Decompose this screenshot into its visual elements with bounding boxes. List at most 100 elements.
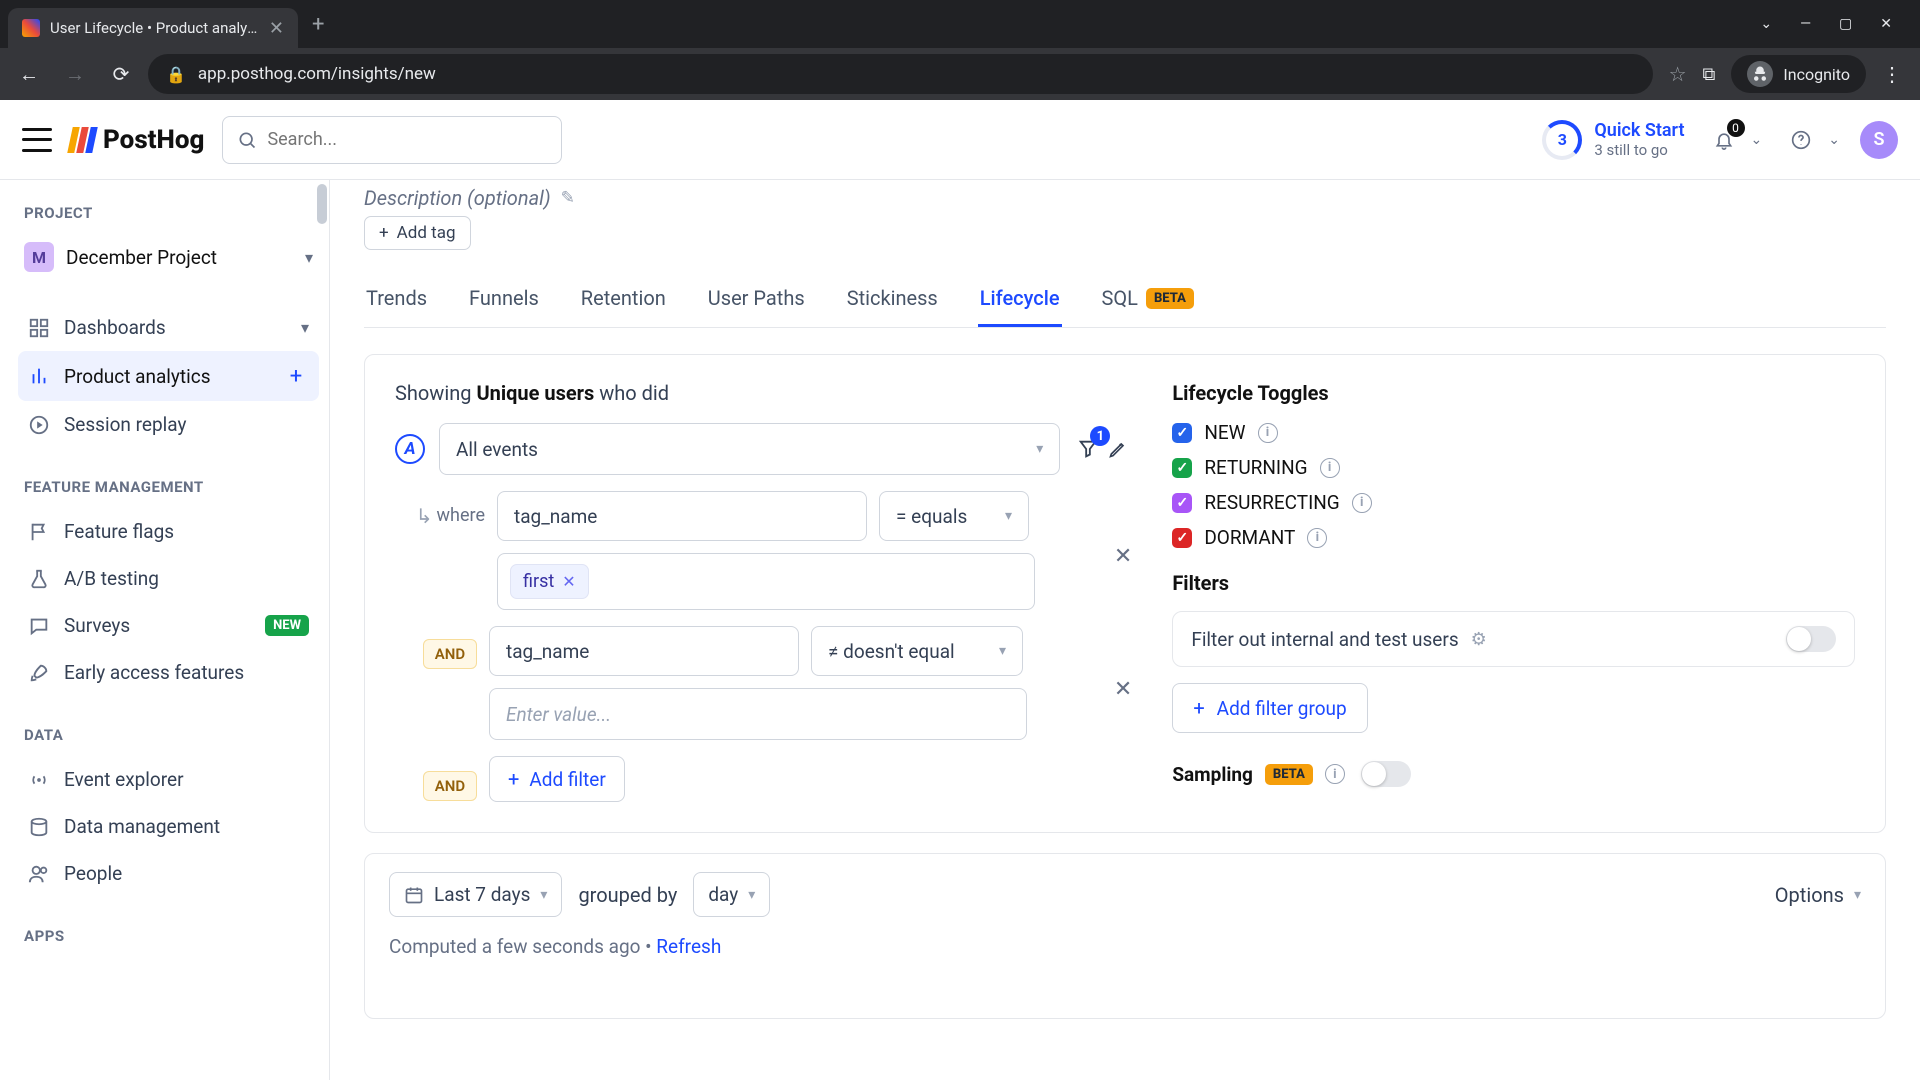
live-icon [28,769,50,791]
checkbox-checked-icon[interactable]: ✓ [1172,528,1192,548]
sidebar-item-label: Surveys [64,614,130,637]
toggle-new[interactable]: ✓ NEW i [1172,421,1855,444]
sidebar-item-ab-testing[interactable]: A/B testing [18,555,319,602]
lifecycle-toggles-heading: Lifecycle Toggles [1172,381,1855,405]
browser-tab[interactable]: User Lifecycle • Product analytics ✕ [8,8,298,48]
checkbox-checked-icon[interactable]: ✓ [1172,493,1192,513]
interval-selector[interactable]: day ▾ [693,872,770,917]
property-selector[interactable]: tag_name [497,491,867,541]
info-icon[interactable]: i [1325,764,1345,784]
info-icon[interactable]: i [1352,493,1372,513]
search-input[interactable] [267,129,547,150]
property-selector[interactable]: tag_name [489,626,799,676]
tab-sql[interactable]: SQL BETA [1100,272,1196,327]
sidebar-item-feature-flags[interactable]: Feature flags [18,508,319,555]
options-button[interactable]: Options ▾ [1775,883,1861,907]
value-input-container[interactable] [489,688,1027,740]
toggle-label: RESURRECTING [1204,491,1339,514]
toggle-dormant[interactable]: ✓ DORMANT i [1172,526,1855,549]
value-chip-container[interactable]: first ✕ [497,553,1035,610]
project-selector[interactable]: M December Project ▾ [18,234,319,280]
tab-close-icon[interactable]: ✕ [269,18,284,39]
help-caret-icon[interactable]: ⌄ [1828,132,1840,148]
tab-lifecycle[interactable]: Lifecycle [978,272,1062,327]
info-icon[interactable]: i [1307,528,1327,548]
window-minimize-icon[interactable]: ― [1800,16,1811,32]
filter-value-input[interactable] [506,703,1010,726]
operator-selector[interactable]: = equals ▾ [879,491,1029,541]
tab-funnels[interactable]: Funnels [467,272,541,327]
sidebar-item-data-management[interactable]: Data management [18,803,319,850]
sidebar: PROJECT M December Project ▾ Dashboards … [0,180,330,1080]
sidebar-item-event-explorer[interactable]: Event explorer [18,756,319,803]
toggle-returning[interactable]: ✓ RETURNING i [1172,456,1855,479]
window-close-icon[interactable]: ✕ [1880,16,1892,32]
notifications-button[interactable]: 0 [1705,121,1743,159]
tab-favicon [22,19,40,37]
sidebar-section-data: DATA [24,726,313,744]
refresh-link[interactable]: Refresh [656,935,721,958]
sidebar-section-apps: APPS [24,927,313,945]
window-maximize-icon[interactable]: ▢ [1839,16,1852,32]
tab-title: User Lifecycle • Product analytics [50,19,259,37]
tab-trends[interactable]: Trends [364,272,429,327]
add-filter-button[interactable]: + Add filter [489,756,625,802]
value-chip: first ✕ [510,564,589,599]
sidebar-item-session-replay[interactable]: Session replay [18,401,319,448]
info-icon[interactable]: i [1320,458,1340,478]
tab-user-paths[interactable]: User Paths [706,272,807,327]
chevron-down-icon[interactable]: ▾ [301,318,309,337]
new-insight-button[interactable]: + [283,363,309,389]
install-app-icon[interactable]: ⧉ [1703,64,1716,85]
checkbox-checked-icon[interactable]: ✓ [1172,458,1192,478]
sidebar-item-surveys[interactable]: Surveys NEW [18,602,319,649]
chip-remove-icon[interactable]: ✕ [562,572,575,591]
chrome-menu-icon[interactable]: ⋮ [1882,62,1902,86]
gear-icon[interactable]: ⚙ [1471,629,1487,650]
edit-description-icon[interactable]: ✎ [561,188,575,208]
sidebar-item-early-access[interactable]: Early access features [18,649,319,696]
quick-start-widget[interactable]: 3 Quick Start 3 still to go [1542,120,1684,160]
filter-out-toggle[interactable] [1786,626,1836,652]
people-icon [28,863,50,885]
remove-filter-button[interactable]: ✕ [1114,665,1132,702]
sidebar-scrollbar[interactable] [317,184,327,224]
global-search[interactable] [222,116,562,164]
posthog-logo[interactable]: PostHog [70,125,204,155]
chat-icon [28,615,50,637]
sidebar-item-people[interactable]: People [18,850,319,897]
add-tag-button[interactable]: + Add tag [364,216,471,250]
user-avatar[interactable]: S [1860,121,1898,159]
info-icon[interactable]: i [1258,423,1278,443]
toggle-resurrecting[interactable]: ✓ RESURRECTING i [1172,491,1855,514]
description-placeholder[interactable]: Description (optional) [364,186,551,210]
nav-reload-button[interactable]: ⟳ [102,55,140,93]
sidebar-item-product-analytics[interactable]: Product analytics + [18,351,319,401]
sidebar-toggle-button[interactable] [22,128,52,152]
incognito-indicator[interactable]: Incognito [1731,55,1866,93]
edit-series-button[interactable] [1104,432,1132,466]
sidebar-item-label: Data management [64,815,220,838]
avatar-initial: S [1874,129,1885,150]
sampling-toggle[interactable] [1361,761,1411,787]
operator-selector[interactable]: ≠ doesn't equal ▾ [811,626,1023,676]
tab-retention[interactable]: Retention [579,272,668,327]
help-icon [1791,130,1811,150]
notifications-caret-icon[interactable]: ⌄ [1751,132,1763,148]
insight-tabs: Trends Funnels Retention User Paths Stic… [364,272,1886,328]
bookmark-star-icon[interactable]: ☆ [1669,62,1687,86]
add-filter-group-button[interactable]: + Add filter group [1172,683,1367,733]
sidebar-item-dashboards[interactable]: Dashboards ▾ [18,304,319,351]
filter-funnel-button[interactable]: 1 [1074,432,1102,466]
new-tab-button[interactable]: + [312,12,324,37]
address-bar[interactable]: 🔒 app.posthog.com/insights/new [148,54,1653,94]
nav-back-button[interactable]: ← [10,55,48,93]
help-button[interactable] [1782,121,1820,159]
remove-filter-button[interactable]: ✕ [1114,532,1132,569]
date-range-selector[interactable]: Last 7 days ▾ [389,872,562,917]
computed-status: Computed a few seconds ago • Refresh [389,935,1861,958]
checkbox-checked-icon[interactable]: ✓ [1172,423,1192,443]
tab-stickiness[interactable]: Stickiness [845,272,940,327]
event-selector[interactable]: All events ▾ [439,423,1060,475]
chrome-dropdown-icon[interactable]: ⌄ [1760,16,1772,32]
